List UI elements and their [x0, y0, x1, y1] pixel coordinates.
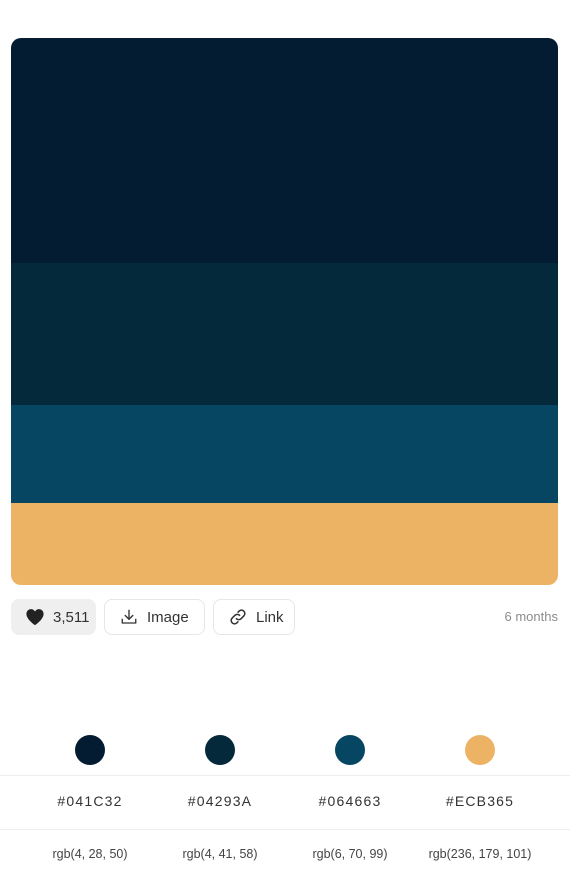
palette-swatch-3[interactable]: [11, 405, 558, 503]
rgb-value-1[interactable]: rgb(4, 28, 50): [25, 847, 155, 861]
color-dot-2[interactable]: [205, 735, 235, 765]
rgb-value-2[interactable]: rgb(4, 41, 58): [155, 847, 285, 861]
hex-code-4[interactable]: #ECB365: [415, 793, 545, 809]
copy-link-button[interactable]: Link: [213, 599, 295, 635]
image-label: Image: [147, 608, 189, 626]
download-image-button[interactable]: Image: [104, 599, 205, 635]
hex-code-2[interactable]: #04293A: [155, 793, 285, 809]
link-icon: [228, 607, 248, 627]
like-count: 3,511: [53, 608, 90, 626]
download-icon: [119, 607, 139, 627]
heart-icon: [25, 607, 45, 627]
link-label: Link: [256, 608, 284, 626]
palette-actions: 3,511 Image Link 6 months: [11, 599, 558, 637]
hex-codes-row: #041C32 #04293A #064663 #ECB365: [0, 775, 570, 829]
rgb-value-3[interactable]: rgb(6, 70, 99): [285, 847, 415, 861]
color-dot-4[interactable]: [465, 735, 495, 765]
color-dot-3[interactable]: [335, 735, 365, 765]
color-dot-1[interactable]: [75, 735, 105, 765]
color-dots-row: [0, 720, 570, 775]
palette-swatch-4[interactable]: [11, 503, 558, 585]
palette-swatch-1[interactable]: [11, 38, 558, 263]
like-button[interactable]: 3,511: [11, 599, 96, 635]
palette-swatch-2[interactable]: [11, 263, 558, 405]
hex-code-3[interactable]: #064663: [285, 793, 415, 809]
rgb-value-4[interactable]: rgb(236, 179, 101): [415, 847, 545, 861]
color-details: #041C32 #04293A #064663 #ECB365 rgb(4, 2…: [0, 720, 570, 884]
palette-preview[interactable]: [11, 38, 558, 585]
hex-code-1[interactable]: #041C32: [25, 793, 155, 809]
rgb-values-row: rgb(4, 28, 50) rgb(4, 41, 58) rgb(6, 70,…: [0, 829, 570, 884]
timestamp: 6 months: [504, 609, 558, 624]
